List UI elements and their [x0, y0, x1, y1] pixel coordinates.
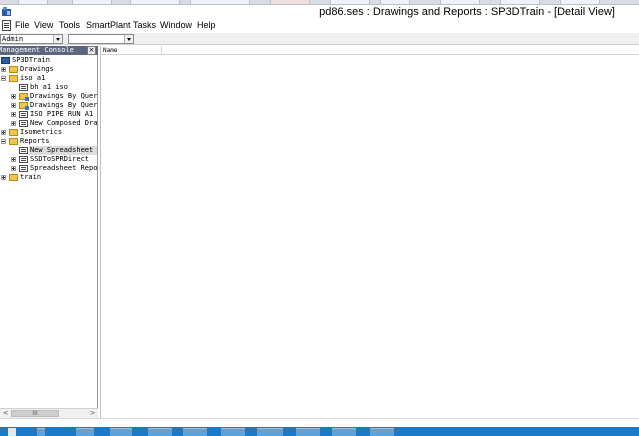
taskbar-app-button[interactable]: [183, 428, 207, 436]
drawing-document-icon: [19, 120, 28, 127]
column-divider[interactable]: [161, 46, 162, 55]
expand-icon[interactable]: [1, 175, 6, 180]
scrollbar-thumb[interactable]: III: [11, 410, 59, 417]
detail-view: Name: [100, 46, 639, 418]
expand-icon[interactable]: [11, 157, 16, 162]
query-folder-icon: [19, 102, 29, 110]
menu-tasks[interactable]: Tasks: [133, 20, 156, 30]
toolbar: Admin: [0, 33, 639, 45]
column-header-name[interactable]: Name: [103, 46, 117, 55]
tree-node-label: train: [20, 173, 42, 181]
taskbar-app-button[interactable]: [110, 428, 132, 436]
menu-view[interactable]: View: [34, 20, 53, 30]
spreadsheet-report-icon: [19, 156, 28, 163]
tree-node-label: New Composed Drawi: [30, 119, 97, 127]
chevron-down-icon[interactable]: [124, 35, 133, 43]
app-icon: [2, 7, 11, 16]
folder-icon: [9, 66, 18, 73]
taskbar-app-button[interactable]: [221, 428, 245, 436]
menu-bar: File View Tools SmartPlant Tasks Window …: [0, 19, 639, 33]
menu-window[interactable]: Window: [160, 20, 192, 30]
tree-node-label: Drawings: [20, 65, 54, 73]
tree-node-label: SP3DTrain: [12, 56, 50, 64]
folder-icon: [9, 75, 18, 82]
taskbar-app-button[interactable]: [37, 428, 45, 436]
tree-node-label: Drawings By Query: [30, 101, 97, 109]
taskbar-app-button[interactable]: [296, 428, 320, 436]
console-header: Management Console ×: [0, 46, 98, 55]
filter-combo[interactable]: [68, 34, 134, 44]
scroll-right-icon[interactable]: >: [88, 409, 97, 418]
menu-smartplant[interactable]: SmartPlant: [86, 20, 131, 30]
drawing-document-icon: [19, 84, 28, 91]
console-title: Management Console: [0, 46, 74, 54]
close-icon[interactable]: ×: [87, 46, 96, 55]
title-bar: pd86.ses : Drawings and Reports : SP3DTr…: [0, 5, 639, 20]
horizontal-scrollbar[interactable]: < III >: [0, 408, 98, 418]
folder-icon: [9, 138, 18, 145]
folder-icon: [9, 174, 18, 181]
taskbar: [0, 427, 639, 436]
permission-group-combo[interactable]: Admin: [0, 34, 63, 44]
tree-node-label: ISO PIPE RUN A1: [30, 110, 94, 118]
menu-file[interactable]: File: [15, 20, 30, 30]
scroll-left-icon[interactable]: <: [1, 409, 10, 418]
tree-node-label: Isometrics: [20, 128, 63, 136]
expand-icon[interactable]: [11, 121, 16, 126]
query-folder-icon: [19, 93, 29, 101]
taskbar-app-button[interactable]: [76, 428, 94, 436]
menu-help[interactable]: Help: [197, 20, 216, 30]
expand-icon[interactable]: [11, 103, 16, 108]
menu-tools[interactable]: Tools: [59, 20, 80, 30]
taskbar-app-button[interactable]: [370, 428, 394, 436]
drawing-document-icon: [19, 111, 28, 118]
collapse-icon[interactable]: [1, 139, 6, 144]
spreadsheet-report-icon: [19, 147, 28, 154]
tree-node-label: Reports: [20, 137, 50, 145]
spreadsheet-report-icon: [19, 165, 28, 172]
tree-node-label: Drawings By Query: [30, 92, 97, 100]
taskbar-app-button[interactable]: [332, 428, 356, 436]
window-title: pd86.ses : Drawings and Reports : SP3DTr…: [319, 6, 615, 18]
collapse-icon[interactable]: [1, 76, 6, 81]
console-tree: SP3DTrain Drawings iso a1 bh a1 iso Drawings…: [0, 56, 97, 406]
tree-node-label: New Spreadsheet Re: [29, 146, 97, 155]
taskbar-app-button[interactable]: [257, 428, 283, 436]
document-icon[interactable]: [2, 20, 11, 31]
tree-node-label: Spreadsheet Report: [30, 164, 97, 172]
expand-icon[interactable]: [1, 67, 6, 72]
taskbar-app-button[interactable]: [148, 428, 172, 436]
start-icon[interactable]: [8, 428, 16, 436]
management-console-panel: Management Console × SP3DTrain Drawings is…: [0, 46, 98, 418]
chevron-down-icon[interactable]: [53, 35, 62, 43]
tree-node-label: SSDToSPRDirect: [30, 155, 90, 163]
status-strip: [0, 418, 639, 427]
database-root-icon: [1, 57, 10, 64]
detail-column-header: Name: [101, 46, 639, 55]
expand-icon[interactable]: [1, 130, 6, 135]
permission-group-value: Admin: [2, 35, 24, 43]
tree-node-label: iso a1: [20, 74, 46, 82]
tree-node-label: bh a1 iso: [30, 83, 68, 91]
expand-icon[interactable]: [11, 94, 16, 99]
expand-icon[interactable]: [11, 166, 16, 171]
folder-icon: [9, 129, 18, 136]
expand-icon[interactable]: [11, 112, 16, 117]
